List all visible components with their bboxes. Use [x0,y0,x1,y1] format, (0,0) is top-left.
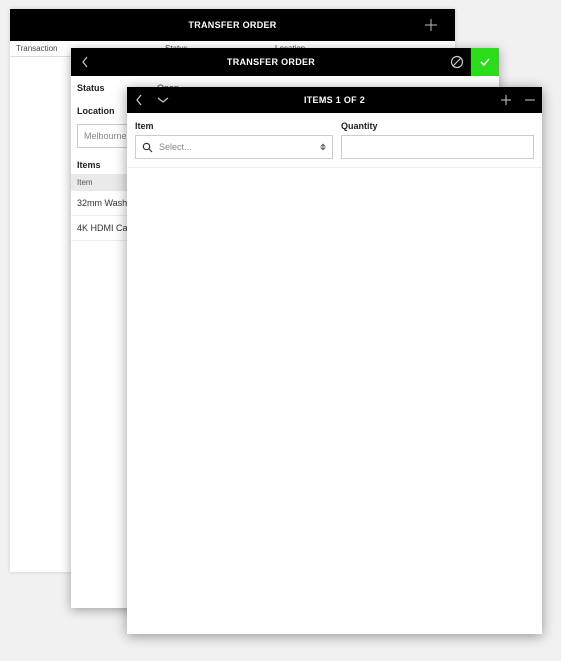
remove-item-button[interactable] [518,87,542,113]
add-item-button[interactable] [494,87,518,113]
item-label: Item [135,121,341,131]
search-icon [142,142,153,153]
back-button[interactable] [71,48,99,76]
quantity-label: Quantity [341,121,534,131]
panel3-fields: Select... [127,135,542,168]
cancel-button[interactable] [443,48,471,76]
panel3-title: ITEMS 1 OF 2 [175,95,494,105]
panel3-header: ITEMS 1 OF 2 [127,87,542,113]
item-detail-panel: ITEMS 1 OF 2 Item Quantity [127,87,542,634]
panel1-header: TRANSFER ORDER [10,9,455,41]
plus-icon [500,94,512,106]
chevron-left-icon [135,94,143,106]
panel2-header: TRANSFER ORDER [71,48,499,76]
panel1-title: TRANSFER ORDER [10,20,455,30]
confirm-button[interactable] [471,48,499,76]
add-order-button[interactable] [415,9,447,41]
minus-icon [524,94,536,106]
location-value: Melbourne [84,131,127,141]
check-icon [478,55,492,69]
item-select-placeholder: Select... [159,142,192,152]
panel2-actions [443,48,499,76]
plus-icon [424,18,438,32]
panel3-nav [127,87,175,113]
quantity-input[interactable] [341,135,534,159]
next-item-button[interactable] [151,87,175,113]
panel3-field-labels: Item Quantity [127,113,542,135]
prev-item-button[interactable] [127,87,151,113]
panel3-right-actions [494,87,542,113]
item-select[interactable]: Select... [135,135,333,159]
chevron-down-icon [157,96,169,104]
updown-icon [320,144,326,151]
cancel-icon [450,55,464,69]
chevron-left-icon [81,56,89,68]
panel2-title: TRANSFER ORDER [99,57,443,67]
